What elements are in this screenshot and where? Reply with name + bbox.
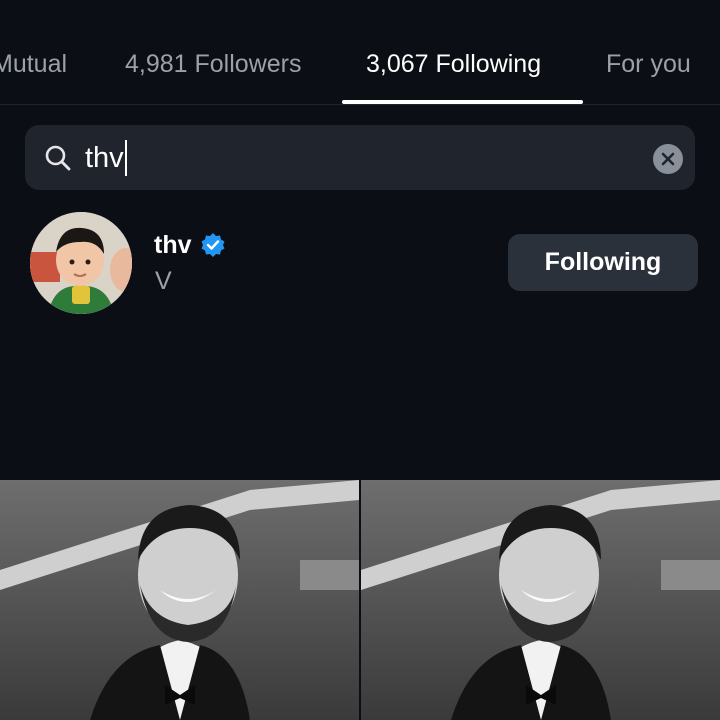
search-icon [45,145,71,171]
search-bar[interactable]: thv [25,125,695,190]
tab-bar: Mutual 4,981 Followers 3,067 Following F… [0,0,720,105]
following-screen: Mutual 4,981 Followers 3,067 Following F… [0,0,720,720]
following-button[interactable]: Following [508,234,698,291]
photo-thumbnail[interactable] [0,480,359,720]
avatar[interactable] [30,212,132,314]
search-input[interactable]: thv [85,139,127,177]
photo-thumbnail[interactable] [361,480,720,720]
search-input-value: thv [85,142,124,174]
full-name: V [155,267,172,295]
username[interactable]: thv [154,230,226,260]
clear-icon[interactable] [652,143,684,175]
tab-followers[interactable]: 4,981 Followers [125,48,301,80]
tab-for-you[interactable]: For you [606,48,691,80]
tab-following[interactable]: 3,067 Following [366,48,541,80]
active-tab-indicator [342,100,583,104]
username-label: thv [154,231,192,259]
tab-mutual[interactable]: Mutual [0,48,67,80]
verified-badge-icon [201,233,224,257]
text-caret [124,140,127,176]
